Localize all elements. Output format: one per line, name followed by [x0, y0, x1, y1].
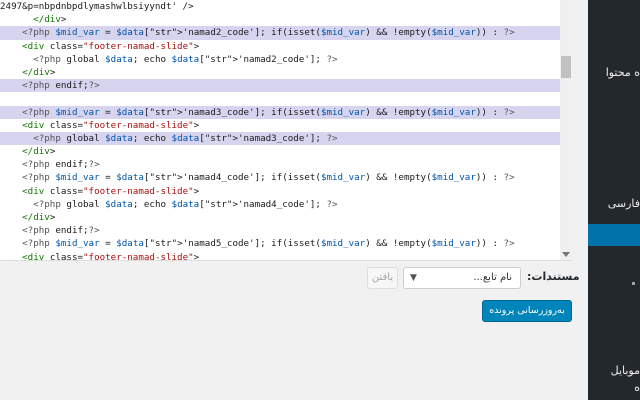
- code-line[interactable]: <?php endif;?>: [0, 224, 560, 237]
- chevron-down-icon: ▼: [410, 273, 417, 283]
- code-line[interactable]: 2497&p=nbpdnbpdlymashwlbsiyyndt' />: [0, 0, 560, 13]
- sidebar-active-item[interactable]: [588, 224, 640, 246]
- code-line[interactable]: <div class="footer-namad-slide">: [0, 40, 560, 53]
- scroll-down-icon[interactable]: [562, 252, 570, 257]
- code-line[interactable]: <div class="footer-namad-slide">: [0, 119, 560, 132]
- code-line[interactable]: </div>: [0, 211, 560, 224]
- code-content[interactable]: 2497&p=nbpdnbpdlymashwlbsiyyndt' /> </di…: [0, 0, 560, 260]
- code-line[interactable]: <?php $mid_var = $data["str">'namad5_cod…: [0, 237, 560, 250]
- code-line[interactable]: <?php global $data; echo $data["str">'na…: [0, 53, 560, 66]
- sidebar-item-persian[interactable]: فارسی: [608, 197, 640, 210]
- code-line[interactable]: <?php $mid_var = $data["str">'namad3_cod…: [0, 105, 560, 119]
- documentation-label: مستندات:: [527, 270, 580, 283]
- scrollbar-thumb[interactable]: [561, 56, 571, 78]
- sidebar-item-mobile[interactable]: موبایل: [611, 364, 640, 377]
- code-line[interactable]: <?php $mid_var = $data["str">'namad2_cod…: [0, 26, 560, 40]
- editor-scrollbar[interactable]: [560, 0, 572, 260]
- code-line[interactable]: </div>: [0, 66, 560, 79]
- sidebar-item-content[interactable]: ه محتوا: [606, 66, 640, 79]
- code-line[interactable]: <?php global $data; echo $data["str">'na…: [0, 198, 560, 211]
- documentation-select[interactable]: نام تابع... ▼: [403, 267, 521, 289]
- lookup-button[interactable]: یافتن: [367, 267, 398, 289]
- code-line[interactable]: <div class="footer-namad-slide">: [0, 251, 560, 260]
- code-line[interactable]: [0, 92, 560, 105]
- code-line[interactable]: <?php $mid_var = $data["str">'namad4_cod…: [0, 171, 560, 184]
- code-line[interactable]: <?php endif;?>: [0, 158, 560, 171]
- documentation-select-value: نام تابع...: [473, 272, 512, 283]
- code-line[interactable]: </div>: [0, 13, 560, 26]
- code-line[interactable]: </div>: [0, 145, 560, 158]
- active-menu-pointer: [582, 229, 588, 241]
- update-file-button[interactable]: به‌روزرسانی پرونده: [482, 300, 572, 322]
- code-line[interactable]: <?php global $data; echo $data["str">'na…: [0, 131, 560, 146]
- sidebar-dot: [632, 282, 635, 285]
- code-line[interactable]: <?php endif;?>: [0, 79, 560, 93]
- code-editor[interactable]: 2497&p=nbpdnbpdlymashwlbsiyyndt' /> </di…: [0, 0, 572, 261]
- sidebar-item-misc[interactable]: ه: [634, 381, 640, 394]
- code-line[interactable]: <div class="footer-namad-slide">: [0, 185, 560, 198]
- admin-sidebar: ه محتوا فارسی موبایل ه: [588, 0, 640, 400]
